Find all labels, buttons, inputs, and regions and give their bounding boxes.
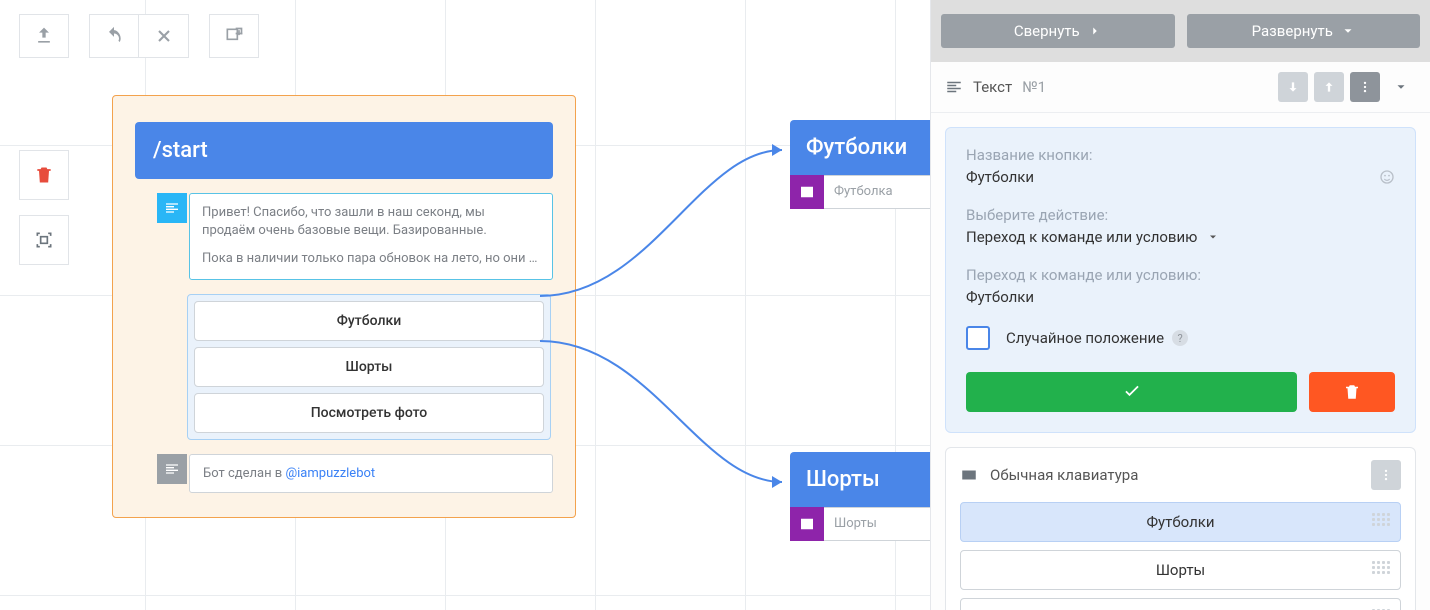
confirm-button[interactable] bbox=[966, 372, 1297, 412]
close-icon bbox=[154, 26, 174, 46]
name-value: Футболки bbox=[966, 168, 1034, 186]
add-screen-icon bbox=[224, 26, 244, 46]
message-box: Привет! Спасибо, что зашли в наш секонд,… bbox=[189, 193, 553, 280]
node-sub: Футболка bbox=[790, 175, 950, 209]
footer-link[interactable]: @iampuzzlebot bbox=[285, 466, 375, 481]
keyboard-item-shorts[interactable]: Шорты bbox=[960, 550, 1401, 590]
text-align-icon bbox=[157, 193, 187, 223]
upload-icon bbox=[34, 26, 54, 46]
target-label: Переход к команде или условию: bbox=[966, 266, 1395, 284]
top-toolbar bbox=[19, 14, 259, 58]
text-align-icon bbox=[945, 78, 963, 96]
undo-icon bbox=[104, 26, 124, 46]
keyboard-item-label: Шорты bbox=[1156, 561, 1205, 579]
collapse-label: Свернуть bbox=[1014, 22, 1080, 40]
arrow-up-icon bbox=[1322, 80, 1336, 94]
node-sub: Шорты bbox=[790, 507, 950, 541]
section-number: №1 bbox=[1022, 78, 1046, 96]
gallery-icon bbox=[790, 507, 824, 541]
chevron-down-icon bbox=[1207, 231, 1219, 243]
emoji-icon[interactable] bbox=[1379, 169, 1395, 185]
more-button[interactable] bbox=[1350, 72, 1380, 102]
grip-icon[interactable] bbox=[1372, 561, 1394, 579]
start-button-photos[interactable]: Посмотреть фото bbox=[194, 393, 544, 433]
name-value-row[interactable]: Футболки bbox=[966, 168, 1395, 186]
more-vertical-icon bbox=[1358, 80, 1372, 94]
form-actions bbox=[966, 372, 1395, 412]
panel-top-bar: Свернуть Развернуть bbox=[931, 0, 1430, 62]
random-label: Случайное положение bbox=[1006, 329, 1164, 347]
keyboard-item-tshirts[interactable]: Футболки bbox=[960, 502, 1401, 542]
keyboard-title: Обычная клавиатура bbox=[990, 466, 1138, 484]
gallery-icon bbox=[790, 175, 824, 209]
chevron-right-icon bbox=[1088, 24, 1102, 38]
trash-icon bbox=[1343, 383, 1361, 401]
footer-block[interactable]: Бот сделан в @iampuzzlebot bbox=[135, 454, 553, 493]
random-checkbox[interactable] bbox=[966, 326, 990, 350]
name-label: Название кнопки: bbox=[966, 146, 1395, 164]
message-line-2: Пока в наличии только пара обновок на ле… bbox=[202, 250, 540, 268]
properties-panel: Свернуть Развернуть Текст №1 Название кн… bbox=[930, 0, 1430, 610]
trash-icon bbox=[34, 165, 54, 185]
help-icon[interactable]: ? bbox=[1172, 330, 1188, 346]
collapse-button[interactable]: Свернуть bbox=[941, 14, 1175, 48]
check-icon bbox=[1122, 382, 1142, 402]
bounds-icon bbox=[34, 230, 54, 250]
upload-button[interactable] bbox=[19, 14, 69, 58]
action-select[interactable]: Переход к команде или условию bbox=[966, 228, 1395, 246]
node-tshirts[interactable]: Футболки Футболка bbox=[790, 120, 950, 209]
target-value[interactable]: Футболки bbox=[966, 288, 1395, 306]
start-card[interactable]: /start Привет! Спасибо, что зашли в наш … bbox=[112, 95, 576, 518]
move-up-button[interactable] bbox=[1314, 72, 1344, 102]
start-button-shorts[interactable]: Шорты bbox=[194, 347, 544, 387]
expand-button[interactable]: Развернуть bbox=[1187, 14, 1421, 48]
section-header[interactable]: Текст №1 bbox=[931, 62, 1430, 113]
action-label: Выберите действие: bbox=[966, 206, 1395, 224]
keyboard-header: Обычная клавиатура bbox=[960, 460, 1401, 490]
text-align-icon bbox=[157, 454, 187, 484]
keyboard-item-label: Футболки bbox=[1146, 513, 1214, 531]
footer-text: Бот сделан в @iampuzzlebot bbox=[189, 454, 553, 493]
keyboard-item-photos[interactable]: Посмотреть фото bbox=[960, 598, 1401, 610]
canvas[interactable]: /start Привет! Спасибо, что зашли в наш … bbox=[0, 0, 930, 610]
keyboard-section: Обычная клавиатура Футболки Шорты Посмот… bbox=[945, 447, 1416, 610]
move-down-button[interactable] bbox=[1278, 72, 1308, 102]
message-block[interactable]: Привет! Спасибо, что зашли в наш секонд,… bbox=[135, 193, 553, 280]
chevron-down-icon bbox=[1394, 80, 1408, 94]
chevron-down-icon bbox=[1341, 24, 1355, 38]
start-title: /start bbox=[135, 122, 553, 179]
close-button[interactable] bbox=[139, 14, 189, 58]
undo-button[interactable] bbox=[89, 14, 139, 58]
node-title: Шорты bbox=[790, 452, 950, 507]
keyboard-icon bbox=[960, 466, 978, 484]
start-button-group: Футболки Шорты Посмотреть фото bbox=[187, 294, 551, 440]
arrow-down-icon bbox=[1286, 80, 1300, 94]
node-shorts[interactable]: Шорты Шорты bbox=[790, 452, 950, 541]
start-button-tshirts[interactable]: Футболки bbox=[194, 301, 544, 341]
button-form: Название кнопки: Футболки Выберите дейст… bbox=[945, 127, 1416, 433]
delete-node-button[interactable] bbox=[19, 150, 69, 200]
section-label: Текст bbox=[973, 78, 1012, 96]
keyboard-more-button[interactable] bbox=[1371, 460, 1401, 490]
random-row[interactable]: Случайное положение ? bbox=[966, 326, 1395, 350]
expand-label: Развернуть bbox=[1252, 22, 1333, 40]
more-vertical-icon bbox=[1379, 468, 1393, 482]
message-line-1: Привет! Спасибо, что зашли в наш секонд,… bbox=[202, 204, 540, 240]
add-screen-button[interactable] bbox=[209, 14, 259, 58]
toggle-collapse-button[interactable] bbox=[1386, 72, 1416, 102]
bounds-button[interactable] bbox=[19, 215, 69, 265]
side-tools bbox=[19, 150, 69, 265]
action-value: Переход к команде или условию bbox=[966, 228, 1197, 246]
grip-icon[interactable] bbox=[1372, 513, 1394, 531]
node-title: Футболки bbox=[790, 120, 950, 175]
footer-prefix: Бот сделан в bbox=[203, 466, 285, 481]
delete-button[interactable] bbox=[1309, 372, 1395, 412]
